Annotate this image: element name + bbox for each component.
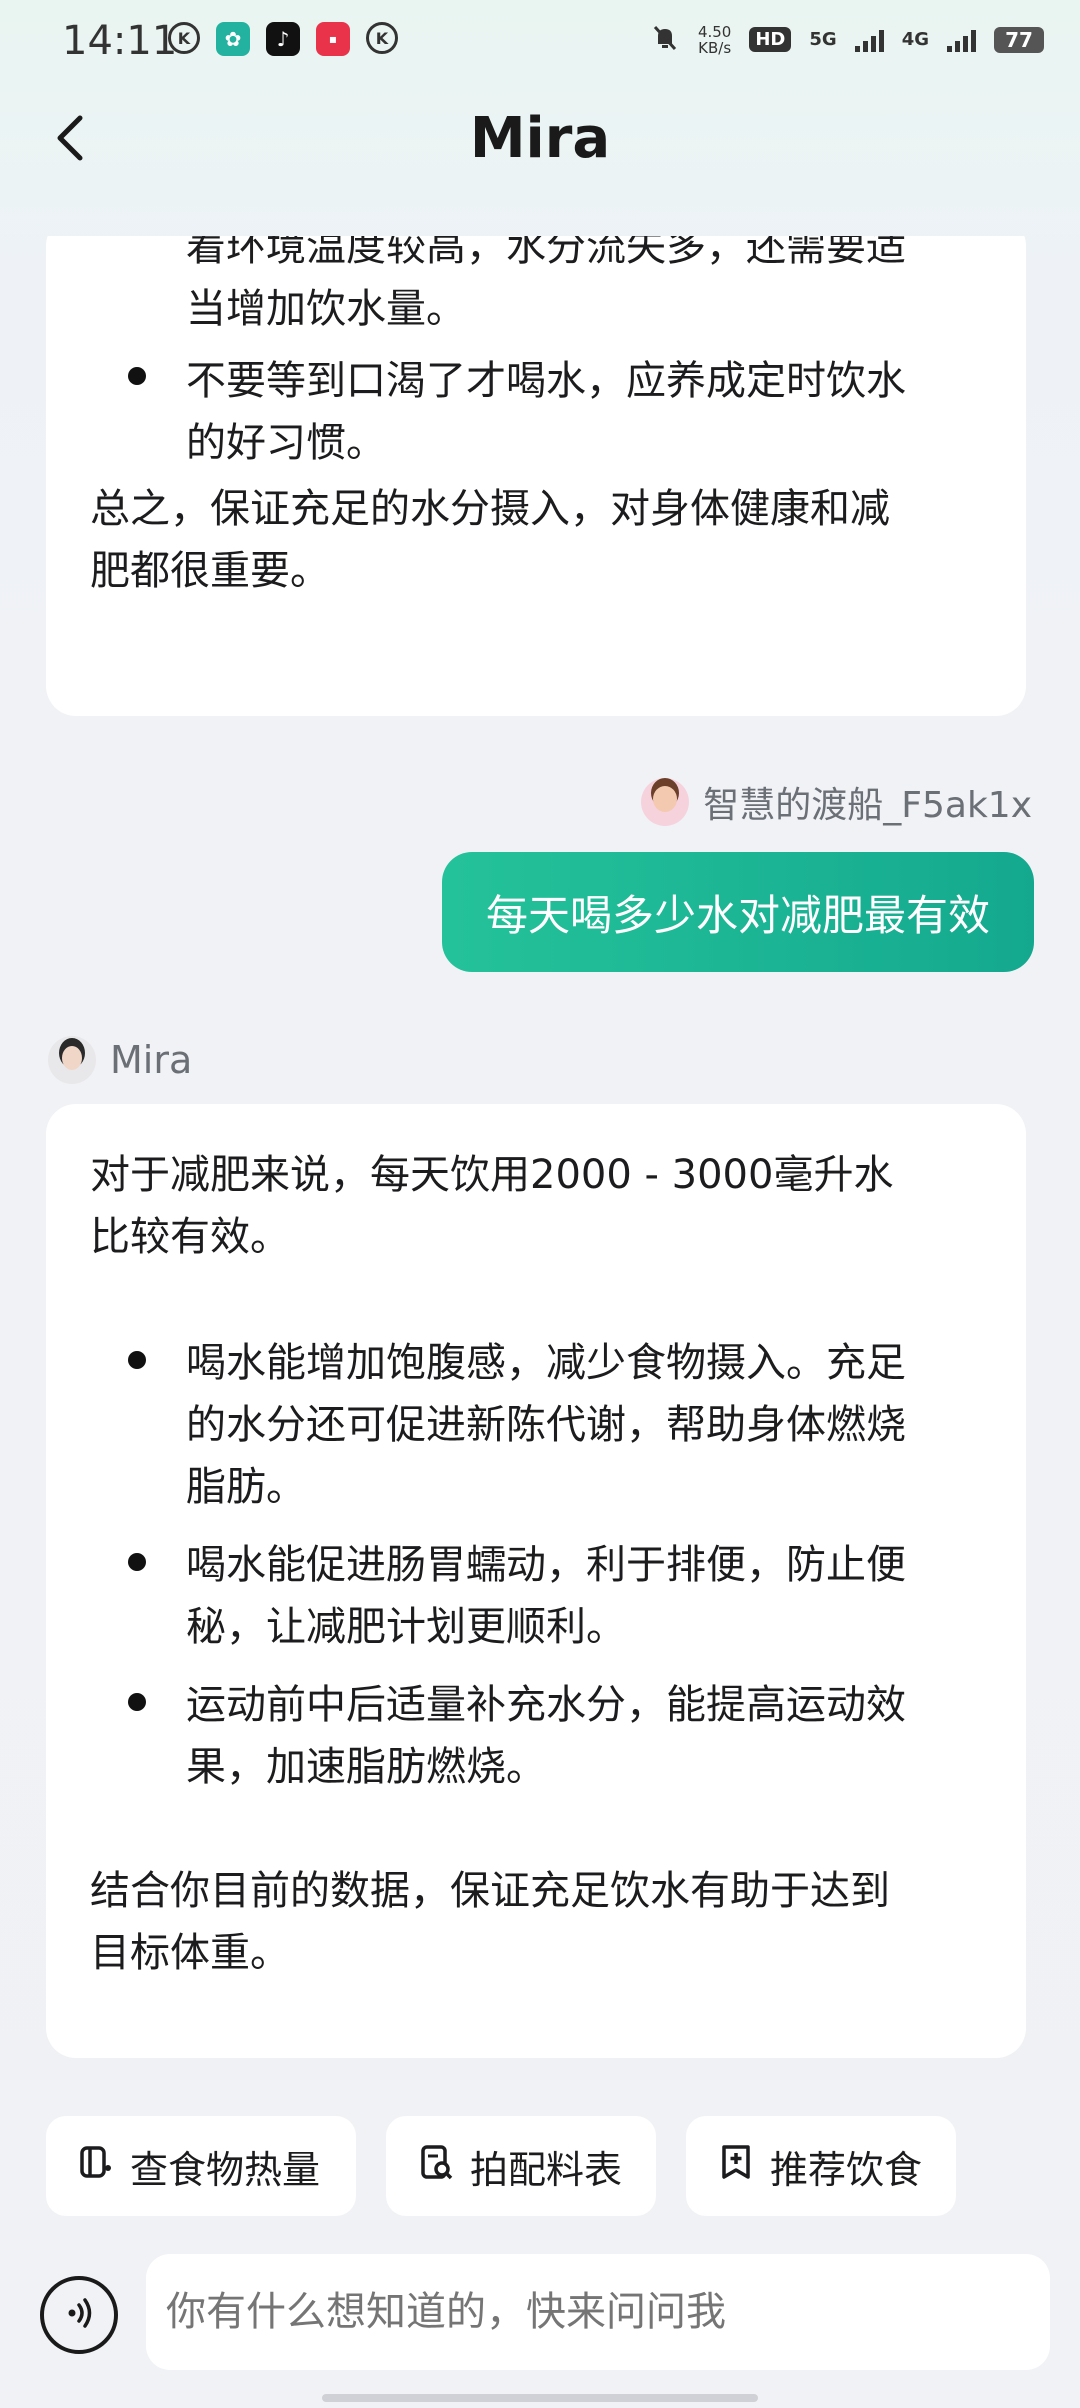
list-item: 着环境温度较高，水分流失多，还需要适 当增加饮水量。 bbox=[186, 236, 906, 332]
signal-4g: 4G bbox=[901, 29, 929, 50]
hd-icon: HD bbox=[749, 27, 792, 52]
message-text: 结合你目前的数据，保证充足饮水有助于达到 目标体重。 bbox=[90, 1868, 890, 1976]
bullet-dot bbox=[128, 1693, 146, 1711]
scan-ingredients-button[interactable]: 拍配料表 bbox=[386, 2116, 656, 2216]
recommend-diet-button[interactable]: 推荐饮食 bbox=[686, 2116, 956, 2216]
status-bar: 14:11 K ✿ ♪ ▪ K 4.50 KB/s HD 5G 4G 77 bbox=[0, 0, 1080, 86]
food-calories-button[interactable]: 查食物热量 bbox=[46, 2116, 356, 2216]
mira-name: Mira bbox=[110, 1038, 193, 1082]
user-avatar bbox=[641, 778, 690, 826]
quick-actions: 查食物热量 拍配料表 推荐饮食 bbox=[0, 2080, 1080, 2220]
signal-5g: 5G bbox=[809, 29, 837, 50]
message-text: 对于减肥来说，每天饮用2000 - 3000毫升水 比较有效。 bbox=[90, 1152, 894, 1260]
food-calorie-icon bbox=[76, 2142, 116, 2191]
system-status: 4.50 KB/s HD 5G 4G 77 bbox=[650, 22, 1044, 57]
mira-label: Mira bbox=[48, 1036, 192, 1084]
signal-bars-icon bbox=[947, 28, 976, 52]
list-item: 喝水能增加饱腹感，减少食物摄入。充足 的水分还可促进新陈代谢，帮助身体燃烧 脂肪… bbox=[186, 1340, 906, 1510]
mira-avatar bbox=[48, 1036, 96, 1084]
mute-bell-icon bbox=[650, 22, 680, 57]
input-bar bbox=[0, 2240, 1080, 2408]
bullet-dot bbox=[128, 1553, 146, 1571]
bullet-dot bbox=[128, 1351, 146, 1369]
signal-bars-icon bbox=[854, 28, 884, 52]
k-app-icon: K bbox=[168, 22, 200, 54]
home-indicator[interactable] bbox=[322, 2394, 758, 2402]
user-label: 智慧的渡船_F5ak1x bbox=[641, 776, 1032, 828]
voice-wave-icon bbox=[59, 2293, 99, 2337]
bullet-dot bbox=[128, 367, 146, 385]
user-message: 每天喝多少水对减肥最有效 bbox=[441, 852, 1034, 972]
red-app-icon: ▪ bbox=[316, 22, 350, 56]
page-title: Mira bbox=[469, 106, 611, 171]
tiktok-icon: ♪ bbox=[266, 22, 300, 56]
add-bookmark-icon bbox=[716, 2142, 756, 2191]
leaf-app-icon: ✿ bbox=[216, 22, 250, 56]
k-app-icon: K bbox=[366, 22, 398, 54]
list-item: 喝水能促进肠胃蠕动，利于排便，防止便 秘，让减肥计划更顺利。 bbox=[186, 1542, 906, 1650]
chat-input[interactable] bbox=[146, 2254, 1050, 2370]
voice-input-button[interactable] bbox=[40, 2276, 118, 2354]
net-speed: 4.50 KB/s bbox=[697, 22, 732, 57]
status-time: 14:11 bbox=[62, 18, 178, 64]
ai-message-previous: 着环境温度较高，水分流失多，还需要适 当增加饮水量。 不要等到口渴了才喝水，应养… bbox=[46, 236, 1026, 716]
message-text: 总之，保证充足的水分摄入，对身体健康和减 肥都很重要。 bbox=[90, 486, 890, 594]
chat-area[interactable]: 着环境温度较高，水分流失多，还需要适 当增加饮水量。 不要等到口渴了才喝水，应养… bbox=[0, 236, 1080, 2080]
list-item: 运动前中后适量补充水分，能提高运动效 果，加速脂肪燃烧。 bbox=[186, 1682, 906, 1790]
ai-message: 对于减肥来说，每天饮用2000 - 3000毫升水 比较有效。 喝水能增加饱腹感… bbox=[46, 1104, 1026, 2058]
notification-icons: K ✿ ♪ ▪ K bbox=[168, 22, 398, 56]
header: Mira bbox=[0, 86, 1080, 236]
scan-document-icon bbox=[416, 2142, 456, 2191]
battery-icon: 77 bbox=[994, 26, 1044, 53]
list-item: 不要等到口渴了才喝水，应养成定时饮水 的好习惯。 bbox=[186, 358, 906, 466]
user-name: 智慧的渡船_F5ak1x bbox=[703, 785, 1032, 826]
